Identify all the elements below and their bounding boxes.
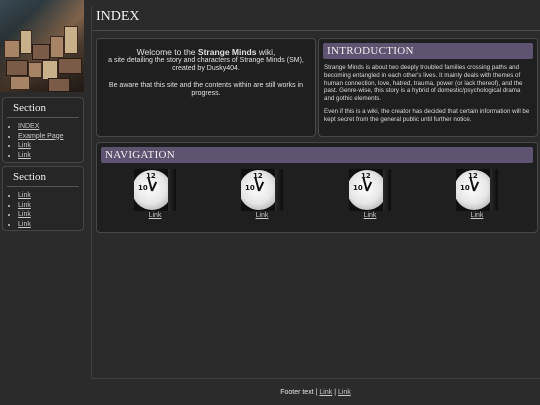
sidebar-link[interactable]: Link: [18, 142, 31, 149]
sidebar-link-list: Link Link Link Link: [3, 191, 83, 229]
sidebar-link[interactable]: Link: [18, 152, 31, 159]
footer-separator: |: [334, 389, 337, 396]
sidebar-link[interactable]: Link: [18, 192, 31, 199]
welcome-panel: Welcome to the Strange Minds wiki, a sit…: [96, 38, 316, 137]
page-title: INDEX: [96, 9, 140, 24]
introduction-paragraph: Even if this is a wiki, the creator has …: [324, 107, 530, 123]
footer-text: Footer text: [280, 389, 314, 396]
sidebar-list-item: Link: [18, 151, 83, 161]
site-logo-image[interactable]: [0, 0, 84, 92]
title-divider: [92, 30, 540, 31]
navigation-heading: NAVIGATION: [101, 147, 533, 163]
sidebar-list-item: Example Page: [18, 132, 83, 142]
navigation-grid: 12 10 Link 12 10 Link 12 10 Link 12 10 Li: [97, 167, 537, 227]
nav-item[interactable]: 12 10 Link: [454, 169, 500, 219]
sidebar-list-item: Link: [18, 191, 83, 201]
navigation-panel: NAVIGATION 12 10 Link 12 10 Link 12 10 Link: [96, 142, 538, 233]
sidebar-section-title: Section: [7, 167, 79, 187]
sidebar-link[interactable]: Link: [18, 202, 31, 209]
welcome-text: wiki,: [256, 47, 276, 57]
sidebar-list-item: Link: [18, 210, 83, 220]
sidebar-list-item: Link: [18, 141, 83, 151]
sidebar-list-item: Link: [18, 220, 83, 230]
nav-link[interactable]: Link: [132, 212, 178, 219]
sidebar-link[interactable]: Link: [18, 211, 31, 218]
sidebar-link-index[interactable]: INDEX: [18, 123, 39, 130]
introduction-panel: INTRODUCTION Strange Minds is about two …: [318, 38, 538, 137]
clock-icon[interactable]: 12 10: [241, 169, 283, 211]
nav-item[interactable]: 12 10 Link: [132, 169, 178, 219]
sidebar-list-item: Link: [18, 201, 83, 211]
sidebar-section-title: Section: [7, 98, 79, 118]
clock-icon[interactable]: 12 10: [349, 169, 391, 211]
footer-separator: |: [315, 389, 318, 396]
sidebar-section-1: Section INDEX Example Page Link Link: [2, 97, 84, 163]
nav-link[interactable]: Link: [239, 212, 285, 219]
welcome-description: a site detailing the story and character…: [108, 56, 304, 64]
welcome-line: Welcome to the Strange Minds wiki,: [97, 48, 315, 57]
sidebar-link-example-page[interactable]: Example Page: [18, 133, 64, 140]
welcome-notice-cont: progress.: [191, 90, 221, 97]
welcome-text: Welcome to the: [136, 47, 198, 57]
nav-item[interactable]: 12 10 Link: [239, 169, 285, 219]
clock-icon[interactable]: 12 10: [134, 169, 176, 211]
welcome-author: created by Dusky404.: [172, 65, 240, 72]
wiki-name: Strange Minds: [197, 47, 257, 57]
introduction-heading: INTRODUCTION: [323, 43, 533, 59]
sidebar-section-2: Section Link Link Link Link: [2, 166, 84, 231]
nav-link[interactable]: Link: [347, 212, 393, 219]
introduction-paragraph: Strange Minds is about two deeply troubl…: [324, 64, 523, 103]
sidebar-list-item: INDEX: [18, 122, 83, 132]
footer-link[interactable]: Link: [319, 389, 332, 396]
sidebar-link-list: INDEX Example Page Link Link: [3, 122, 83, 160]
footer: Footer text | Link | Link: [91, 389, 540, 396]
clock-icon[interactable]: 12 10: [456, 169, 498, 211]
nav-link[interactable]: Link: [454, 212, 500, 219]
footer-link[interactable]: Link: [338, 389, 351, 396]
sidebar-link[interactable]: Link: [18, 221, 31, 228]
welcome-notice: Be aware that this site and the contents…: [108, 81, 304, 89]
nav-item[interactable]: 12 10 Link: [347, 169, 393, 219]
